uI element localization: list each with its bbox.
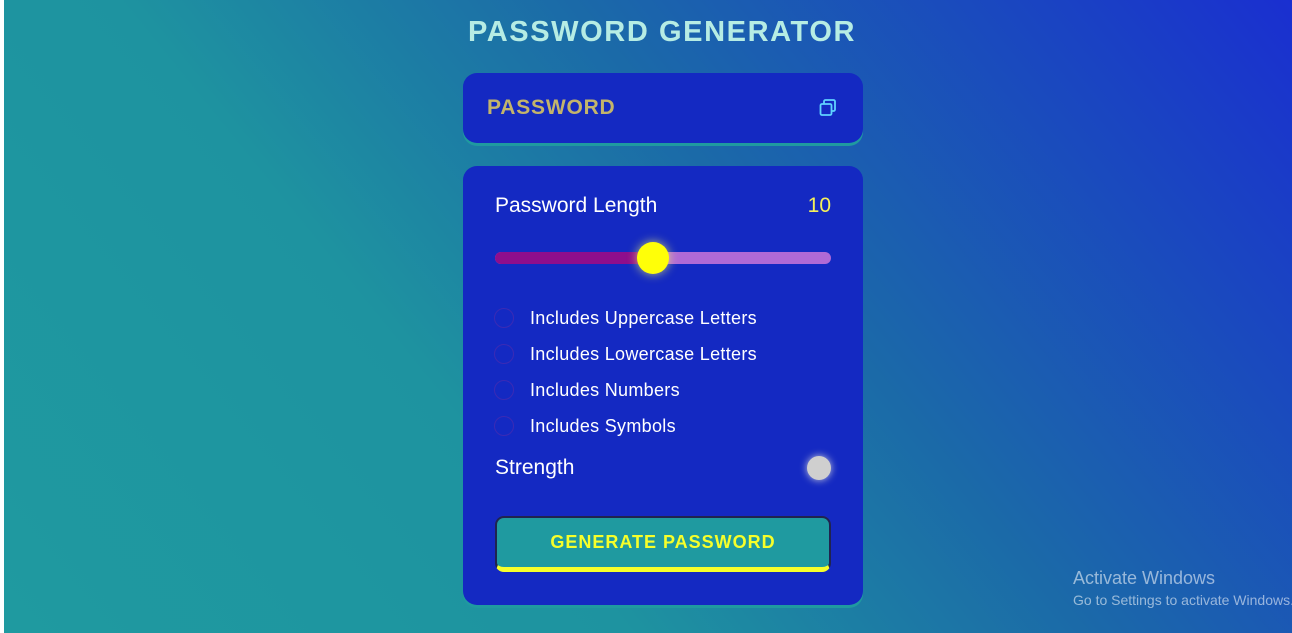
watermark-subtitle: Go to Settings to activate Windows. xyxy=(1073,592,1292,608)
strength-label: Strength xyxy=(495,456,575,479)
copy-icon xyxy=(819,99,836,116)
option-uppercase[interactable]: Includes Uppercase Letters xyxy=(494,300,757,336)
watermark-title: Activate Windows xyxy=(1073,568,1216,588)
activate-windows-watermark: Activate Windows Go to Settings to activ… xyxy=(1073,568,1292,608)
uppercase-checkbox[interactable] xyxy=(494,308,514,328)
copy-button[interactable] xyxy=(817,97,839,119)
option-label: Includes Lowercase Letters xyxy=(530,343,757,364)
option-symbols[interactable]: Includes Symbols xyxy=(494,408,757,444)
option-label: Includes Uppercase Letters xyxy=(530,307,757,328)
page-title: PASSWORD GENERATOR xyxy=(467,16,857,48)
strength-row: Strength xyxy=(495,456,831,480)
options-list: Includes Uppercase Letters Includes Lowe… xyxy=(494,300,757,444)
option-numbers[interactable]: Includes Numbers xyxy=(494,372,757,408)
generator-panel: Password Length 10 Includes Uppercase Le… xyxy=(463,166,863,605)
generate-password-button[interactable]: GENERATE PASSWORD xyxy=(495,516,831,572)
length-slider[interactable] xyxy=(495,242,831,274)
option-lowercase[interactable]: Includes Lowercase Letters xyxy=(494,336,757,372)
password-length-row: Password Length 10 xyxy=(495,194,831,218)
symbols-checkbox[interactable] xyxy=(494,416,514,436)
left-edge-strip xyxy=(0,0,4,633)
option-label: Includes Symbols xyxy=(530,415,676,436)
password-length-value: 10 xyxy=(807,194,831,217)
length-slider-fill xyxy=(495,252,653,264)
option-label: Includes Numbers xyxy=(530,379,680,400)
password-length-label: Password Length xyxy=(495,194,658,217)
lowercase-checkbox[interactable] xyxy=(494,344,514,364)
password-display xyxy=(463,73,863,143)
strength-indicator xyxy=(807,456,831,480)
numbers-checkbox[interactable] xyxy=(494,380,514,400)
password-output-field[interactable] xyxy=(487,96,787,120)
length-slider-thumb[interactable] xyxy=(636,242,669,274)
